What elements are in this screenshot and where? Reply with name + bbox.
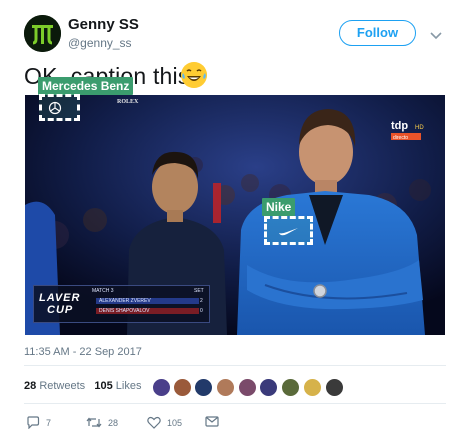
direct-message-button[interactable] — [205, 416, 219, 427]
retweets-stat[interactable]: 28 Retweets — [24, 380, 85, 392]
liker-avatar[interactable] — [259, 378, 278, 397]
tweet-stats: 28 Retweets 105 Likes — [24, 380, 141, 392]
tag-box-nike[interactable] — [264, 216, 313, 245]
player2-name: DENIS SHAPOVALOV — [96, 308, 199, 314]
tag-nike[interactable]: Nike — [262, 198, 296, 216]
broadcaster-live: directo — [393, 135, 408, 141]
scorebox: LAVER CUP MATCH 3 SET ALEXANDER ZVEREV 2… — [33, 285, 210, 323]
tag-mercedes-benz[interactable]: Mercedes Benz — [38, 77, 134, 95]
tweet-timestamp[interactable]: 11:35 AM - 22 Sep 2017 — [24, 346, 142, 358]
like-button[interactable]: 105 — [147, 416, 182, 429]
retweet-count: 28 — [108, 417, 119, 428]
chevron-down-icon[interactable] — [430, 27, 442, 40]
retweets-count: 28 — [24, 380, 37, 392]
laver-cup-logo-line1: LAVER — [39, 292, 81, 304]
like-count: 105 — [167, 417, 183, 428]
liker-avatar[interactable] — [281, 378, 300, 397]
liker-avatar[interactable] — [325, 378, 344, 397]
liker-avatar[interactable] — [216, 378, 235, 397]
tweet-image[interactable]: tdp HD directo ROLEX LAVER CUP MATCH 3 S… — [25, 95, 445, 335]
likes-count: 105 — [94, 380, 113, 392]
set-header: SET — [194, 288, 204, 294]
divider — [24, 365, 446, 366]
liker-avatar[interactable] — [238, 378, 257, 397]
reply-button[interactable]: 7 — [26, 416, 51, 429]
divider — [24, 403, 446, 404]
envelope-icon — [205, 416, 219, 427]
tag-box-mercedes[interactable] — [39, 94, 80, 121]
likes-stat-label: Likes — [115, 380, 142, 392]
retweet-icon — [86, 417, 102, 428]
player1-score: 2 — [200, 298, 203, 304]
liker-avatar[interactable] — [173, 378, 192, 397]
reply-icon — [27, 416, 40, 429]
liker-avatar[interactable] — [152, 378, 171, 397]
follow-button[interactable]: Follow — [339, 20, 416, 46]
avatar[interactable] — [24, 15, 61, 52]
player2-score: 0 — [200, 308, 203, 314]
retweets-stat-label: Retweets — [39, 380, 86, 392]
avatar-logo-icon — [24, 15, 61, 52]
player1-name: ALEXANDER ZVEREV — [96, 298, 199, 304]
broadcaster-hd: HD — [415, 125, 424, 131]
rolex-logo: ROLEX — [117, 99, 139, 105]
likes-stat[interactable]: 105 Likes — [94, 380, 141, 392]
laver-cup-logo-line2: CUP — [47, 304, 74, 316]
broadcaster-logo: tdp — [391, 120, 408, 132]
author-handle[interactable]: @genny_ss — [68, 36, 132, 50]
liker-avatar[interactable] — [303, 378, 322, 397]
retweet-button[interactable]: 28 — [86, 416, 118, 429]
heart-icon — [147, 416, 161, 429]
nike-swoosh-icon — [279, 228, 298, 236]
reply-count: 7 — [46, 417, 52, 428]
mercedes-logo-icon — [48, 101, 62, 115]
laughing-tears-emoji-icon — [181, 62, 207, 88]
match-label: MATCH 3 — [92, 288, 114, 294]
author-display-name[interactable]: Genny SS — [68, 16, 139, 33]
liker-avatar[interactable] — [194, 378, 213, 397]
